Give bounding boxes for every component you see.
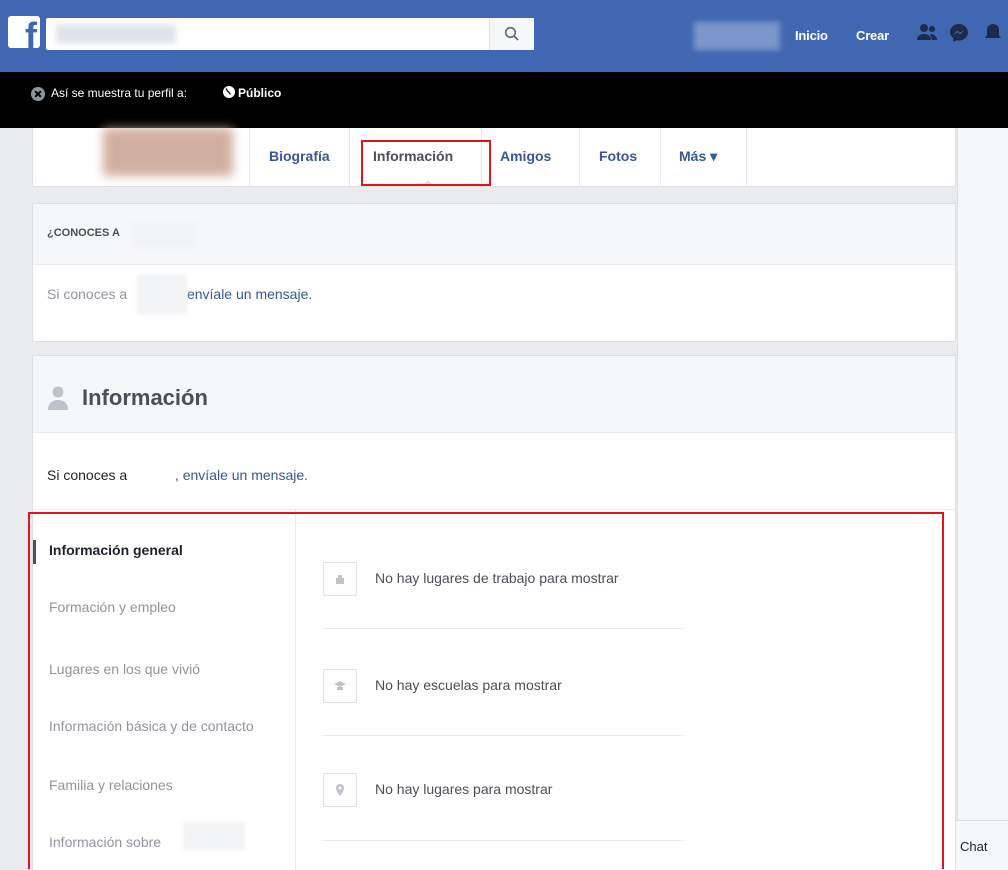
close-icon[interactable] [31,87,45,101]
tab-fotos[interactable]: Fotos [599,148,637,164]
search-input[interactable] [46,18,534,50]
redacted-name [137,274,187,314]
create-link[interactable]: Crear [856,28,889,43]
view-as-bar: Así se muestra tu perfil a: Público [0,72,1008,128]
tab-divider [660,128,661,186]
highlight-about-section [28,512,944,869]
facebook-logo-icon[interactable]: f [8,16,40,48]
tab-divider [746,128,747,186]
person-icon [48,386,68,410]
profile-link-redacted[interactable] [694,22,780,50]
send-message-link[interactable]: envíale un mensaje. [187,286,312,302]
tab-divider [349,128,350,186]
tab-amigos[interactable]: Amigos [500,148,551,164]
friends-icon[interactable] [916,22,938,44]
about-message: Si conoces a , envíale un mensaje. [47,467,308,483]
home-link[interactable]: Inicio [795,28,828,43]
tab-biografia[interactable]: Biografía [269,148,330,164]
know-person-heading: ¿CONOCES A [47,227,120,239]
know-person-header: ¿CONOCES A [33,204,955,265]
redacted-name [131,222,197,248]
chat-label: Chat [960,839,988,854]
right-sidebar [957,128,1008,869]
search-button[interactable] [489,18,534,50]
tab-divider [579,128,580,186]
search-redacted-text [56,25,176,43]
tab-divider [249,128,250,186]
send-message-link[interactable]: , envíale un mensaje. [175,467,308,483]
about-message-prefix: Si conoces a [47,467,128,483]
profile-tab-bar: Biografía Información Amigos Fotos Más ▾ [32,128,956,187]
search-icon [504,26,519,41]
globe-icon [223,86,235,98]
know-person-prefix: Si conoces a [47,286,128,302]
view-as-label: Así se muestra tu perfil a: [51,86,188,100]
messenger-icon[interactable] [948,22,970,44]
view-as-audience[interactable]: Público [238,86,281,100]
avatar[interactable] [103,128,233,176]
top-navigation-bar: f Inicio Crear [0,0,1008,72]
highlight-informacion-tab [361,140,491,186]
notifications-icon[interactable] [982,22,1004,44]
about-title: Información [82,385,208,410]
section-divider [33,509,955,510]
know-person-card: ¿CONOCES A Si conoces a envíale un mensa… [32,203,956,342]
about-header: Información [33,356,955,433]
tab-mas[interactable]: Más ▾ [679,148,717,165]
